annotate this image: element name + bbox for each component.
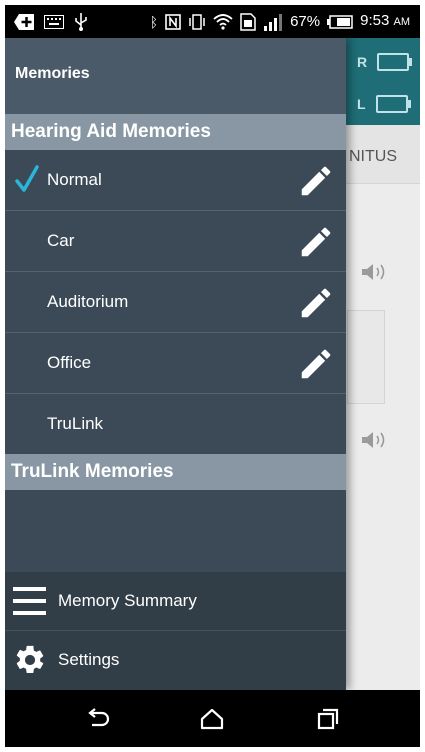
edit-pencil-icon[interactable]: [297, 345, 335, 383]
back-icon[interactable]: [83, 704, 113, 734]
tab-tinnitus[interactable]: NITUS: [349, 148, 397, 166]
memory-item-auditorium[interactable]: Auditorium: [5, 272, 346, 333]
battery-icon: [327, 14, 353, 29]
plus-icon: [14, 14, 34, 30]
clock-time: 9:53: [360, 12, 390, 29]
battery-right: R: [357, 53, 413, 71]
bluetooth-icon: ᛒ: [149, 13, 159, 30]
menu-item-label: Settings: [58, 650, 120, 669]
memory-label: TruLink: [47, 414, 104, 433]
section-title: Hearing Aid Memories: [11, 121, 211, 142]
app-panel: [347, 310, 385, 404]
gear-icon: [16, 645, 44, 674]
navigation-drawer: Memories Hearing Aid Memories Normal Car…: [5, 38, 346, 690]
edit-pencil-icon[interactable]: [297, 284, 335, 322]
clock-ampm: AM: [393, 16, 411, 28]
section-title: TruLink Memories: [11, 461, 174, 482]
menu-item-label: Memory Summary: [58, 591, 197, 610]
memory-label: Car: [47, 231, 75, 250]
menu-item-memory-summary[interactable]: Memory Summary: [5, 572, 346, 631]
memory-item-trulink[interactable]: TruLink: [5, 394, 346, 454]
drawer-title: Memories: [15, 65, 90, 82]
recent-apps-icon[interactable]: [313, 704, 343, 734]
drawer-bottom-menu: Memory Summary Settings: [5, 572, 346, 690]
memory-label: Auditorium: [47, 292, 129, 311]
checkmark-icon: [15, 165, 39, 192]
edit-pencil-icon[interactable]: [297, 223, 335, 261]
memory-item-car[interactable]: Car: [5, 211, 346, 272]
memory-label: Normal: [47, 170, 102, 189]
battery-left-label: L: [357, 96, 366, 112]
vibrate-icon: [189, 13, 205, 30]
home-icon[interactable]: [197, 704, 227, 734]
edit-pencil-icon[interactable]: [297, 162, 335, 200]
battery-right-icon: [377, 53, 413, 71]
menu-item-settings[interactable]: Settings: [5, 631, 346, 689]
drawer-header: Memories: [5, 38, 346, 114]
speaker-icon[interactable]: [361, 263, 389, 281]
section-trulink-memories: TruLink Memories: [5, 454, 346, 490]
menu-icon: [13, 587, 46, 615]
battery-left: L: [357, 95, 411, 113]
speaker-icon[interactable]: [361, 431, 389, 449]
nfc-icon: [165, 13, 181, 30]
section-hearing-aid-memories: Hearing Aid Memories: [5, 114, 346, 150]
status-bar: ᛒ 67% 9:53 AM: [5, 5, 420, 38]
wifi-icon: [213, 13, 233, 30]
usb-icon: [75, 13, 87, 31]
memory-item-normal[interactable]: Normal: [5, 150, 346, 211]
memory-label: Office: [47, 353, 92, 372]
phone-screen: ᛒ 67% 9:53 AM R L NITUS Memories Hearing…: [5, 5, 420, 747]
keyboard-icon: [44, 15, 64, 29]
signal-icon: [264, 13, 283, 31]
battery-left-icon: [375, 95, 411, 113]
battery-percent: 67%: [290, 12, 321, 30]
battery-right-label: R: [357, 54, 368, 70]
system-nav-bar: [5, 690, 420, 747]
clock: 9:53 AM: [360, 12, 410, 31]
sim-icon: [240, 12, 256, 31]
memory-item-office[interactable]: Office: [5, 333, 346, 394]
